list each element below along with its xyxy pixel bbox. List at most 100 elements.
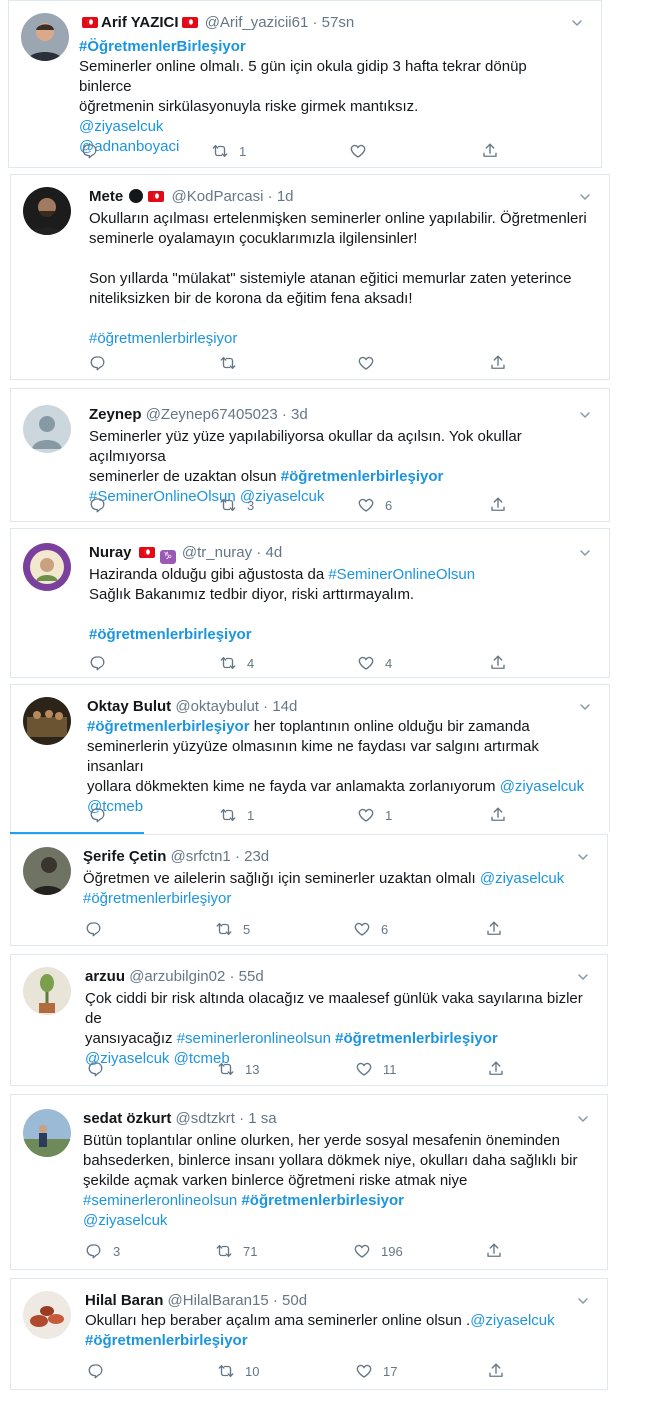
author-handle[interactable]: @srfctn1 [171,848,231,865]
chevron-down-icon[interactable] [577,971,589,983]
author-name[interactable]: Nuray [89,544,132,561]
tweet-card[interactable]: Zeynep @Zeynep67405023 · 3d Seminerler y… [10,388,610,522]
hashtag-link[interactable]: #öğretmenlerbirleşiyor [89,626,252,643]
mention-link[interactable]: @ziyaselcuk [500,778,584,795]
avatar[interactable] [23,187,71,235]
reply-button[interactable] [87,1361,115,1381]
tweet-time[interactable]: 1d [277,188,294,205]
reply-button[interactable] [81,141,109,161]
reply-button[interactable] [89,805,117,825]
retweet-button[interactable]: 13 [217,1059,259,1079]
author-handle[interactable]: @sdtzkrt [176,1110,235,1127]
hashtag-link[interactable]: #öğretmenlerbirleşiyor [85,1332,248,1349]
retweet-button[interactable]: 10 [217,1361,259,1381]
retweet-button[interactable]: 71 [215,1241,257,1261]
avatar[interactable] [23,405,71,453]
reply-button[interactable] [85,919,113,939]
avatar[interactable] [23,697,71,745]
retweet-button[interactable]: 5 [215,919,250,939]
tweet-card[interactable]: Hilal Baran @HilalBaran15 · 50d Okulları… [10,1278,608,1390]
hashtag-link[interactable]: #öğretmenlerbirleşiyor [281,468,444,485]
reply-button[interactable] [87,1059,115,1079]
avatar[interactable] [23,967,71,1015]
avatar[interactable] [23,847,71,895]
avatar[interactable] [21,13,69,61]
reply-button[interactable] [89,353,117,373]
hashtag-link[interactable]: #seminerleronlineolsun [83,1192,237,1209]
author-handle[interactable]: @arzubilgin02 [129,968,225,985]
hashtag-link[interactable]: #ÖğretmenlerBirleşiyor [79,38,246,55]
like-button[interactable]: 6 [353,919,388,939]
share-button[interactable] [485,1241,503,1261]
mention-link[interactable]: @ziyaselcuk [79,118,163,135]
hashtag-link[interactable]: #öğretmenlerbirleşiyor [89,330,237,347]
like-button[interactable]: 11 [355,1059,397,1079]
author-name[interactable]: sedat özkurt [83,1110,171,1127]
like-button[interactable]: 6 [357,495,392,515]
tweet-time[interactable]: 1 sa [248,1110,276,1127]
mention-link[interactable]: @ziyaselcuk [480,870,564,887]
like-button[interactable] [357,353,385,373]
share-button[interactable] [487,1361,505,1381]
retweet-button[interactable]: 1 [219,805,254,825]
tweet-time[interactable]: 14d [272,698,297,715]
author-name[interactable]: Mete [89,188,123,205]
like-button[interactable]: 4 [357,653,392,673]
chevron-down-icon[interactable] [579,547,591,559]
hashtag-link[interactable]: #SeminerOnlineOlsun [328,566,475,583]
chevron-down-icon[interactable] [579,701,591,713]
author-handle[interactable]: @HilalBaran15 [168,1292,269,1309]
tweet-time[interactable]: 3d [291,406,308,423]
hashtag-link[interactable]: #öğretmenlerbirleşiyor [83,890,231,907]
share-button[interactable] [489,653,507,673]
author-name[interactable]: Hilal Baran [85,1292,163,1309]
tweet-card[interactable]: Nuray ♑ @tr_nuray · 4d Haziranda olduğu … [10,528,610,678]
hashtag-link[interactable]: #öğretmenlerbirleşiyor [335,1030,498,1047]
chevron-down-icon[interactable] [579,191,591,203]
like-button[interactable]: 196 [353,1241,403,1261]
author-name[interactable]: Şerife Çetin [83,848,166,865]
mention-link[interactable]: @ziyaselcuk [470,1312,554,1329]
tweet-time[interactable]: 57sn [322,14,355,31]
author-name[interactable]: Arif YAZICI [101,14,179,31]
tweet-time[interactable]: 23d [244,848,269,865]
share-button[interactable] [489,805,507,825]
chevron-down-icon[interactable] [579,409,591,421]
retweet-button[interactable]: 3 [219,495,254,515]
share-button[interactable] [489,495,507,515]
avatar[interactable] [23,543,71,591]
chevron-down-icon[interactable] [577,851,589,863]
author-handle[interactable]: @Zeynep67405023 [146,406,278,423]
share-button[interactable] [485,919,503,939]
author-name[interactable]: arzuu [85,968,125,985]
author-handle[interactable]: @KodParcasi [172,188,264,205]
hashtag-link[interactable]: #öğretmenlerbirlesiyor [241,1192,404,1209]
reply-button[interactable] [89,653,117,673]
hashtag-link[interactable]: #öğretmenlerbirleşiyor [87,718,250,735]
chevron-down-icon[interactable] [577,1113,589,1125]
like-button[interactable] [349,141,377,161]
tweet-card[interactable]: sedat özkurt @sdtzkrt · 1 sa Bütün topla… [10,1094,608,1270]
avatar[interactable] [23,1109,71,1157]
chevron-down-icon[interactable] [577,1295,589,1307]
mention-link[interactable]: @ziyaselcuk [83,1212,167,1229]
like-button[interactable]: 1 [357,805,392,825]
retweet-button[interactable]: 4 [219,653,254,673]
author-name[interactable]: Zeynep [89,406,142,423]
tweet-card[interactable]: Şerife Çetin @srfctn1 · 23d Öğretmen ve … [10,834,608,946]
tweet-time[interactable]: 4d [265,544,282,561]
tweet-card[interactable]: Arif YAZICI @Arif_yazicii61 · 57sn #Öğre… [8,0,602,168]
tweet-card[interactable]: arzuu @arzubilgin02 · 55d Çok ciddi bir … [10,954,608,1086]
retweet-button[interactable] [219,353,247,373]
retweet-button[interactable]: 1 [211,141,246,161]
tweet-time[interactable]: 50d [282,1292,307,1309]
author-handle[interactable]: @Arif_yazicii61 [205,14,309,31]
avatar[interactable] [23,1291,71,1339]
share-button[interactable] [489,353,507,373]
author-name[interactable]: Oktay Bulut [87,698,171,715]
author-handle[interactable]: @tr_nuray [182,544,252,561]
reply-button[interactable]: 3 [85,1241,120,1261]
chevron-down-icon[interactable] [571,17,583,29]
share-button[interactable] [487,1059,505,1079]
share-button[interactable] [481,141,499,161]
